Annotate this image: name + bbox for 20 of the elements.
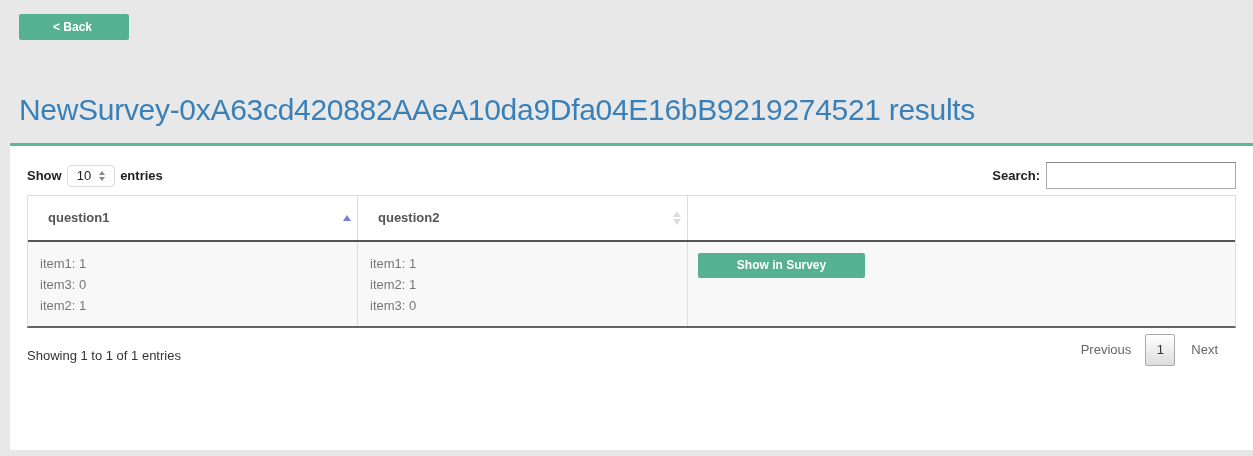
page-button[interactable]: 1 bbox=[1145, 334, 1176, 366]
column-header[interactable]: question1 bbox=[28, 196, 358, 240]
cell-text: item2: 1 bbox=[370, 276, 418, 294]
show-label: Show bbox=[27, 166, 62, 185]
cell-text: item3: 0 bbox=[40, 276, 88, 294]
next-link[interactable]: Next bbox=[1175, 340, 1234, 360]
entries-label: entries bbox=[120, 166, 163, 185]
cell-text: item1: 1 bbox=[40, 255, 88, 273]
page-title: NewSurvey-0xA63cd420882AAeA10da9Dfa04E16bB9219274521 results bbox=[19, 92, 977, 128]
sort-ascending-icon[interactable] bbox=[343, 215, 351, 221]
stepper-icon bbox=[99, 170, 106, 181]
entries-select[interactable]: 10 bbox=[66, 164, 116, 187]
column-header[interactable]: question2 bbox=[358, 196, 688, 240]
cell-text: item2: 1 bbox=[40, 297, 88, 315]
search-field[interactable] bbox=[1046, 162, 1236, 189]
cell-text: item1: 1 bbox=[370, 255, 418, 273]
search-label: Search: bbox=[992, 166, 1040, 185]
previous-link[interactable]: Previous bbox=[1066, 340, 1146, 360]
cell-text: item3: 0 bbox=[370, 297, 418, 315]
entries-info: Showing 1 to 1 of 1 entries bbox=[27, 347, 181, 365]
